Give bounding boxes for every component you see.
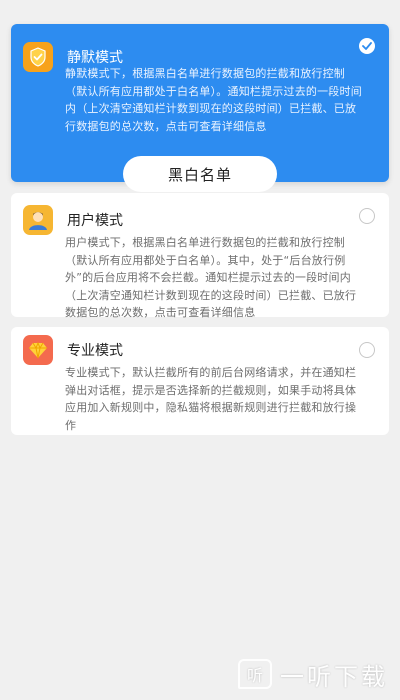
mode-description: 用户模式下，根据黑白名单进行数据包的拦截和放行控制（默认所有应用都处于白名单）。…: [65, 236, 357, 319]
speech-bubble-icon: 听: [238, 659, 272, 689]
mode-selection-screen: 静默模式 静默模式下，根据黑白名单进行数据包的拦截和放行控制（默认所有应用都处于…: [0, 0, 400, 700]
mode-title: 用户模式: [67, 213, 123, 229]
mode-description: 专业模式下，默认拦截所有的前后台网络请求，并在通知栏弹出对话框，提示是否选择新的…: [65, 366, 357, 432]
mode-card-user[interactable]: 用户模式 用户模式下，根据黑白名单进行数据包的拦截和放行控制（默认所有应用都处于…: [11, 193, 389, 319]
radio-selected-check-icon[interactable]: [359, 38, 375, 54]
watermark-text: 一听下载: [280, 662, 388, 691]
radio-unselected[interactable]: [359, 208, 375, 224]
blacklist-whitelist-button[interactable]: 黑白名单: [123, 156, 277, 192]
mode-description: 静默模式下，根据黑白名单进行数据包的拦截和放行控制（默认所有应用都处于白名单）。…: [65, 67, 362, 133]
user-avatar-icon: [23, 205, 53, 235]
watermark-logo: 听 一听下载: [238, 658, 388, 691]
mode-card-header: 用户模式: [23, 205, 123, 235]
mode-card-silent[interactable]: 静默模式 静默模式下，根据黑白名单进行数据包的拦截和放行控制（默认所有应用都处于…: [11, 24, 389, 192]
radio-unselected[interactable]: [359, 342, 375, 358]
mode-card-pro[interactable]: 专业模式 专业模式下，默认拦截所有的前后台网络请求，并在通知栏弹出对话框，提示是…: [11, 327, 389, 435]
diamond-icon: [23, 335, 53, 365]
mode-card-header: 专业模式: [23, 335, 123, 365]
mode-title: 静默模式: [67, 50, 123, 66]
shield-check-icon: [23, 42, 53, 72]
mode-title: 专业模式: [67, 343, 123, 359]
